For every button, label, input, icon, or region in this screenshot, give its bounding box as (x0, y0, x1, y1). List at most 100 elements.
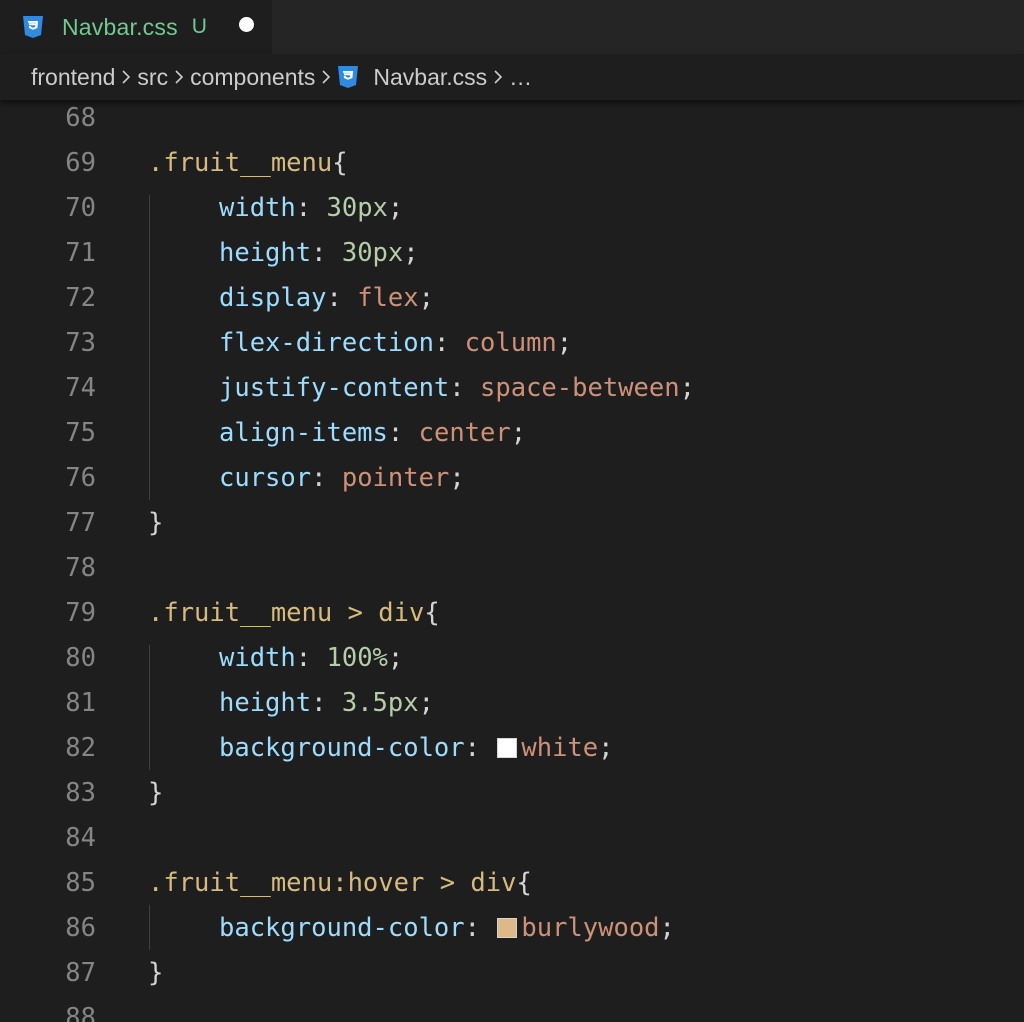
close-brace: } (148, 958, 164, 988)
breadcrumb-item-src[interactable]: src (137, 64, 168, 91)
line-content: width: 30px; (148, 186, 403, 231)
line-number: 75 (65, 418, 96, 448)
semicolon: ; (449, 463, 465, 493)
css-selector: .fruit__menu (148, 148, 333, 178)
color-swatch-icon[interactable] (497, 738, 518, 758)
breadcrumb-file-label: Navbar.css (373, 63, 488, 90)
line-content: .fruit__menu{ (148, 141, 348, 186)
line-content: } (148, 951, 163, 996)
css-number-value: 30px (341, 238, 404, 268)
code-line[interactable]: 84 (0, 816, 1024, 861)
code-line[interactable]: 82 background-color: white; (0, 726, 1024, 771)
line-number: 79 (65, 598, 96, 628)
chevron-right-icon (115, 69, 137, 85)
breadcrumb-item-frontend[interactable]: frontend (31, 64, 115, 91)
code-line[interactable]: 68 (0, 100, 1024, 141)
css-property: width (219, 643, 296, 673)
code-editor[interactable]: 68 69 .fruit__menu{70 width: 30px; 71 height:… (0, 100, 1024, 1022)
line-number: 81 (65, 688, 96, 718)
semicolon: ; (598, 733, 614, 763)
code-line[interactable]: 88 (0, 996, 1024, 1022)
code-line[interactable]: 81 height: 3.5px; (0, 681, 1024, 726)
code-line[interactable]: 70 width: 30px; (0, 186, 1024, 231)
semicolon: ; (387, 193, 404, 223)
breadcrumb-item-components[interactable]: components (190, 64, 315, 91)
css-property: cursor (219, 463, 312, 493)
css-number-value: 3.5px (341, 688, 419, 718)
line-number: 71 (65, 238, 96, 268)
code-line[interactable]: 79 .fruit__menu > div{ (0, 591, 1024, 636)
colon: : (387, 418, 419, 448)
css-keyword-value: white (521, 733, 599, 763)
open-brace: { (516, 868, 532, 898)
css-keyword-value: center (418, 418, 511, 448)
code-line[interactable]: 76 cursor: pointer; (0, 456, 1024, 501)
open-brace: { (424, 598, 440, 628)
line-number: 77 (65, 508, 96, 538)
code-line[interactable]: 87} (0, 951, 1024, 996)
line-content: align-items: center; (148, 411, 526, 456)
line-number: 82 (65, 733, 96, 763)
code-line[interactable]: 78 (0, 546, 1024, 591)
css-property: justify-content (219, 373, 450, 403)
line-number: 72 (65, 283, 96, 313)
line-content: height: 3.5px; (148, 681, 434, 726)
code-line[interactable]: 75 align-items: center; (0, 411, 1024, 456)
line-number: 74 (65, 373, 96, 403)
line-number: 85 (65, 868, 96, 898)
css-keyword-value: flex (357, 283, 419, 313)
tab-bar: Navbar.css U (0, 0, 1024, 54)
chevron-right-icon (168, 69, 190, 85)
line-number: 83 (65, 778, 96, 808)
semicolon: ; (510, 418, 527, 448)
css-property: display (219, 283, 327, 313)
open-brace: { (332, 148, 348, 178)
code-line[interactable]: 72 display: flex; (0, 276, 1024, 321)
code-line[interactable]: 69 .fruit__menu{ (0, 141, 1024, 186)
css-file-icon (23, 16, 43, 38)
css-property: width (219, 193, 296, 223)
css-keyword-value: column (464, 328, 557, 358)
colon: : (449, 373, 481, 403)
line-number: 69 (65, 148, 96, 178)
breadcrumb-item-file[interactable]: Navbar.css (337, 64, 487, 91)
css-selector: .fruit__menu:hover > div (148, 868, 517, 898)
code-line[interactable]: 80 width: 100%; (0, 636, 1024, 681)
css-property: height (219, 688, 312, 718)
line-number: 84 (65, 823, 96, 853)
code-line[interactable]: 86 background-color: burlywood; (0, 906, 1024, 951)
line-content: background-color: white; (148, 726, 613, 771)
code-line[interactable]: 71 height: 30px; (0, 231, 1024, 276)
breadcrumb-item-more[interactable]: … (509, 64, 532, 91)
colon: : (464, 913, 496, 943)
code-line[interactable]: 74 justify-content: space-between; (0, 366, 1024, 411)
color-swatch-icon[interactable] (497, 918, 518, 938)
code-line[interactable]: 73 flex-direction: column; (0, 321, 1024, 366)
close-brace: } (148, 778, 164, 808)
colon: : (326, 283, 358, 313)
line-number: 78 (65, 553, 96, 583)
tab-navbar-css[interactable]: Navbar.css U (0, 0, 272, 54)
semicolon: ; (403, 238, 419, 268)
line-number: 70 (65, 193, 96, 223)
chevron-right-icon (315, 69, 337, 85)
css-property: background-color (219, 913, 465, 943)
semicolon: ; (659, 913, 675, 943)
line-content: width: 100%; (148, 636, 403, 681)
css-number-value: 30px (326, 193, 388, 223)
line-content: cursor: pointer; (148, 456, 465, 501)
semicolon: ; (556, 328, 573, 358)
colon: : (311, 463, 342, 493)
unsaved-dot-icon[interactable] (239, 17, 254, 32)
line-number: 88 (65, 1003, 96, 1022)
line-content: background-color: burlywood; (148, 906, 675, 951)
code-line[interactable]: 85 .fruit__menu:hover > div{ (0, 861, 1024, 906)
line-content: justify-content: space-between; (148, 366, 695, 411)
colon: : (295, 643, 327, 673)
line-content: .fruit__menu > div{ (148, 591, 440, 636)
css-keyword-value: pointer (341, 463, 450, 493)
line-content: .fruit__menu:hover > div{ (148, 861, 532, 906)
code-line[interactable]: 83} (0, 771, 1024, 816)
code-line[interactable]: 77} (0, 501, 1024, 546)
css-file-icon (338, 66, 359, 88)
